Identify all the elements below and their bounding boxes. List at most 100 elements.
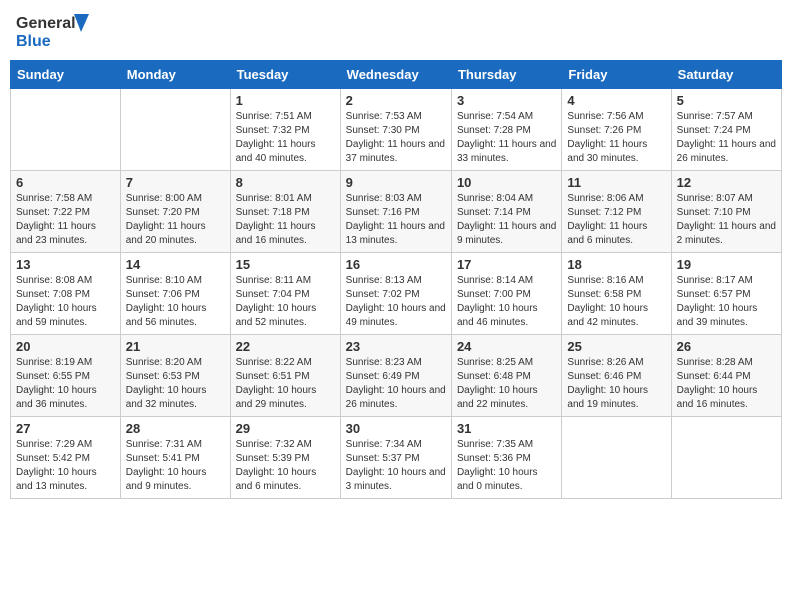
day-info: Sunrise: 8:03 AMSunset: 7:16 PMDaylight:… xyxy=(346,192,446,248)
day-info: Sunrise: 8:13 AMSunset: 7:02 PMDaylight:… xyxy=(346,274,446,330)
day-info: Sunrise: 8:10 AMSunset: 7:06 PMDaylight:… xyxy=(126,274,225,330)
calendar-cell: 21 Sunrise: 8:20 AMSunset: 6:53 PMDayligh… xyxy=(120,335,230,417)
calendar-cell: 2Sunrise: 7:53 AMSunset: 7:30 PMDaylight… xyxy=(340,89,451,171)
calendar-cell: 27Sunrise: 7:29 AMSunset: 5:42 PMDayligh… xyxy=(11,417,121,499)
day-info: Sunrise: 8:19 AMSunset: 6:55 PMDaylight:… xyxy=(16,356,115,412)
day-number: 14 xyxy=(126,257,225,272)
day-info: Sunrise: 7:54 AMSunset: 7:28 PMDaylight:… xyxy=(457,110,556,166)
calendar-cell: 19 Sunrise: 8:17 AMSunset: 6:57 PMDayligh… xyxy=(671,253,781,335)
calendar-cell: 23 Sunrise: 8:23 AMSunset: 6:49 PMDayligh… xyxy=(340,335,451,417)
day-info: Sunrise: 7:57 AMSunset: 7:24 PMDaylight:… xyxy=(677,110,776,166)
calendar-cell: 11 Sunrise: 8:06 AMSunset: 7:12 PMDayligh… xyxy=(562,171,671,253)
day-number: 16 xyxy=(346,257,446,272)
day-info: Sunrise: 8:28 AMSunset: 6:44 PMDaylight:… xyxy=(677,356,776,412)
day-number: 29 xyxy=(236,421,335,436)
day-number: 10 xyxy=(457,175,556,190)
day-info: Sunrise: 8:07 AMSunset: 7:10 PMDaylight:… xyxy=(677,192,776,248)
calendar-cell: 20 Sunrise: 8:19 AMSunset: 6:55 PMDayligh… xyxy=(11,335,121,417)
day-info: Sunrise: 8:26 AMSunset: 6:46 PMDaylight:… xyxy=(567,356,665,412)
day-info: Sunrise: 8:20 AMSunset: 6:53 PMDaylight:… xyxy=(126,356,225,412)
day-info: Sunrise: 7:51 AMSunset: 7:32 PMDaylight:… xyxy=(236,110,335,166)
calendar-cell xyxy=(11,89,121,171)
calendar-week-row: 27Sunrise: 7:29 AMSunset: 5:42 PMDayligh… xyxy=(11,417,782,499)
day-number: 11 xyxy=(567,175,665,190)
day-number: 2 xyxy=(346,93,446,108)
calendar-table: SundayMondayTuesdayWednesdayThursdayFrid… xyxy=(10,60,782,499)
day-number: 23 xyxy=(346,339,446,354)
calendar-day-header: Monday xyxy=(120,61,230,89)
calendar-cell: 31 Sunrise: 7:35 AMSunset: 5:36 PMDayligh… xyxy=(451,417,561,499)
day-info: Sunrise: 8:25 AMSunset: 6:48 PMDaylight:… xyxy=(457,356,556,412)
calendar-cell: 14 Sunrise: 8:10 AMSunset: 7:06 PMDayligh… xyxy=(120,253,230,335)
calendar-cell: 6 Sunrise: 7:58 AMSunset: 7:22 PMDaylight… xyxy=(11,171,121,253)
calendar-cell: 9 Sunrise: 8:03 AMSunset: 7:16 PMDaylight… xyxy=(340,171,451,253)
day-number: 6 xyxy=(16,175,115,190)
day-number: 19 xyxy=(677,257,776,272)
calendar-header-row: SundayMondayTuesdayWednesdayThursdayFrid… xyxy=(11,61,782,89)
day-info: Sunrise: 7:32 AMSunset: 5:39 PMDaylight:… xyxy=(236,438,335,494)
day-info: Sunrise: 7:35 AMSunset: 5:36 PMDaylight:… xyxy=(457,438,556,494)
page-header: GeneralBlue xyxy=(10,10,782,52)
day-info: Sunrise: 8:14 AMSunset: 7:00 PMDaylight:… xyxy=(457,274,556,330)
calendar-cell: 13 Sunrise: 8:08 AMSunset: 7:08 PMDayligh… xyxy=(11,253,121,335)
day-number: 20 xyxy=(16,339,115,354)
day-number: 27 xyxy=(16,421,115,436)
calendar-cell xyxy=(120,89,230,171)
calendar-cell: 24Sunrise: 8:25 AMSunset: 6:48 PMDayligh… xyxy=(451,335,561,417)
day-number: 15 xyxy=(236,257,335,272)
calendar-cell: 16 Sunrise: 8:13 AMSunset: 7:02 PMDayligh… xyxy=(340,253,451,335)
calendar-cell: 5 Sunrise: 7:57 AMSunset: 7:24 PMDaylight… xyxy=(671,89,781,171)
day-info: Sunrise: 8:17 AMSunset: 6:57 PMDaylight:… xyxy=(677,274,776,330)
calendar-day-header: Thursday xyxy=(451,61,561,89)
day-info: Sunrise: 8:00 AMSunset: 7:20 PMDaylight:… xyxy=(126,192,225,248)
svg-text:Blue: Blue xyxy=(16,33,51,50)
logo-svg: GeneralBlue xyxy=(14,10,94,52)
calendar-week-row: 6 Sunrise: 7:58 AMSunset: 7:22 PMDaylight… xyxy=(11,171,782,253)
calendar-cell: 30 Sunrise: 7:34 AMSunset: 5:37 PMDayligh… xyxy=(340,417,451,499)
day-number: 28 xyxy=(126,421,225,436)
day-number: 5 xyxy=(677,93,776,108)
calendar-day-header: Sunday xyxy=(11,61,121,89)
calendar-cell: 18 Sunrise: 8:16 AMSunset: 6:58 PMDayligh… xyxy=(562,253,671,335)
day-number: 7 xyxy=(126,175,225,190)
logo: GeneralBlue xyxy=(14,10,94,52)
calendar-day-header: Saturday xyxy=(671,61,781,89)
day-number: 21 xyxy=(126,339,225,354)
day-info: Sunrise: 7:34 AMSunset: 5:37 PMDaylight:… xyxy=(346,438,446,494)
calendar-week-row: 13 Sunrise: 8:08 AMSunset: 7:08 PMDayligh… xyxy=(11,253,782,335)
calendar-day-header: Tuesday xyxy=(230,61,340,89)
day-number: 3 xyxy=(457,93,556,108)
day-info: Sunrise: 8:04 AMSunset: 7:14 PMDaylight:… xyxy=(457,192,556,248)
calendar-cell: 15 Sunrise: 8:11 AMSunset: 7:04 PMDayligh… xyxy=(230,253,340,335)
day-info: Sunrise: 8:08 AMSunset: 7:08 PMDaylight:… xyxy=(16,274,115,330)
day-info: Sunrise: 7:56 AMSunset: 7:26 PMDaylight:… xyxy=(567,110,665,166)
day-info: Sunrise: 8:11 AMSunset: 7:04 PMDaylight:… xyxy=(236,274,335,330)
day-number: 22 xyxy=(236,339,335,354)
calendar-week-row: 20 Sunrise: 8:19 AMSunset: 6:55 PMDayligh… xyxy=(11,335,782,417)
day-info: Sunrise: 8:16 AMSunset: 6:58 PMDaylight:… xyxy=(567,274,665,330)
day-number: 4 xyxy=(567,93,665,108)
day-info: Sunrise: 8:01 AMSunset: 7:18 PMDaylight:… xyxy=(236,192,335,248)
day-info: Sunrise: 8:23 AMSunset: 6:49 PMDaylight:… xyxy=(346,356,446,412)
day-number: 17 xyxy=(457,257,556,272)
svg-text:General: General xyxy=(16,15,76,32)
day-number: 25 xyxy=(567,339,665,354)
day-info: Sunrise: 8:22 AMSunset: 6:51 PMDaylight:… xyxy=(236,356,335,412)
day-number: 30 xyxy=(346,421,446,436)
day-number: 1 xyxy=(236,93,335,108)
day-number: 18 xyxy=(567,257,665,272)
calendar-cell: 25 Sunrise: 8:26 AMSunset: 6:46 PMDayligh… xyxy=(562,335,671,417)
day-number: 8 xyxy=(236,175,335,190)
calendar-cell: 17 Sunrise: 8:14 AMSunset: 7:00 PMDayligh… xyxy=(451,253,561,335)
day-number: 31 xyxy=(457,421,556,436)
day-info: Sunrise: 7:58 AMSunset: 7:22 PMDaylight:… xyxy=(16,192,115,248)
calendar-cell: 26Sunrise: 8:28 AMSunset: 6:44 PMDayligh… xyxy=(671,335,781,417)
day-number: 13 xyxy=(16,257,115,272)
calendar-cell: 1 Sunrise: 7:51 AMSunset: 7:32 PMDaylight… xyxy=(230,89,340,171)
day-info: Sunrise: 8:06 AMSunset: 7:12 PMDaylight:… xyxy=(567,192,665,248)
calendar-cell: 12Sunrise: 8:07 AMSunset: 7:10 PMDayligh… xyxy=(671,171,781,253)
calendar-cell: 8 Sunrise: 8:01 AMSunset: 7:18 PMDaylight… xyxy=(230,171,340,253)
calendar-cell: 28Sunrise: 7:31 AMSunset: 5:41 PMDayligh… xyxy=(120,417,230,499)
day-number: 9 xyxy=(346,175,446,190)
calendar-week-row: 1 Sunrise: 7:51 AMSunset: 7:32 PMDaylight… xyxy=(11,89,782,171)
